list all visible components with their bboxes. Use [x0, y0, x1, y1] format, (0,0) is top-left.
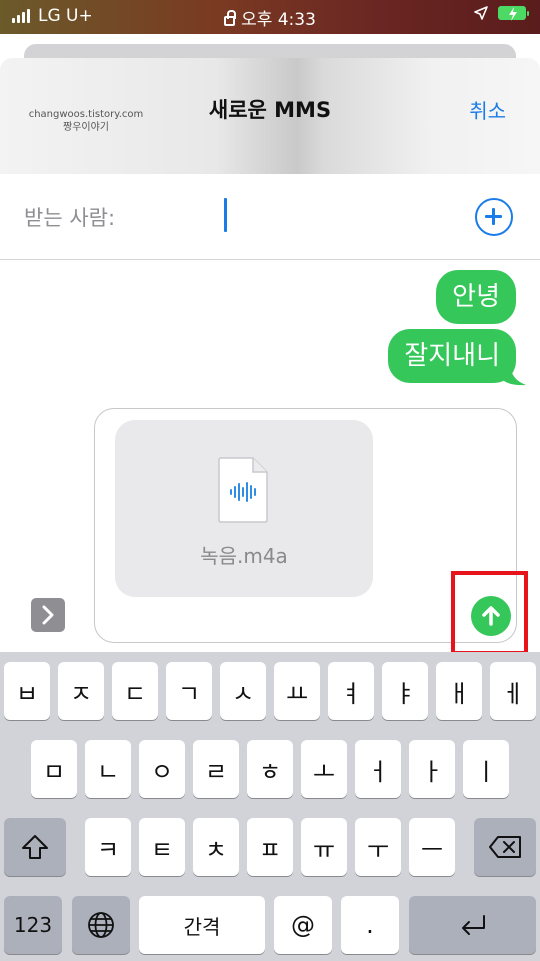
key[interactable]: ㅗ: [301, 740, 347, 798]
key[interactable]: ㅋ: [85, 818, 131, 876]
key[interactable]: ㅍ: [247, 818, 293, 876]
cancel-button[interactable]: 취소: [469, 95, 506, 124]
highlight-box: [451, 571, 528, 655]
recipient-row[interactable]: 받는 사람:: [0, 174, 540, 260]
audio-file-icon: [218, 457, 268, 523]
message-bubble: 잘지내니: [388, 329, 516, 383]
globe-icon: [88, 912, 114, 938]
compose-header: changwoos.tistory.com 짱우이야기 새로운 MMS 취소: [0, 58, 540, 174]
audio-attachment[interactable]: 녹음.m4a: [115, 420, 373, 597]
shift-key[interactable]: [4, 818, 66, 876]
return-icon: [461, 915, 485, 935]
lock-icon: [224, 10, 237, 26]
key[interactable]: ㅣ: [463, 740, 509, 798]
chevron-right-icon: [42, 605, 54, 625]
backspace-icon: [489, 836, 521, 858]
recipient-input[interactable]: [224, 198, 227, 232]
shift-icon: [22, 835, 48, 859]
key[interactable]: ㅔ: [490, 662, 536, 720]
key[interactable]: ㄱ: [166, 662, 212, 720]
delete-key[interactable]: [474, 818, 536, 876]
key[interactable]: ㅜ: [355, 818, 401, 876]
keyboard: ㅂ ㅈ ㄷ ㄱ ㅅ ㅛ ㅕ ㅑ ㅐ ㅔ ㅁ ㄴ ㅇ ㄹ ㅎ ㅗ ㅓ ㅏ ㅣ ㅋ …: [0, 652, 540, 961]
bubble-tail: [500, 366, 526, 386]
key[interactable]: ㅏ: [409, 740, 455, 798]
key[interactable]: ㅛ: [274, 662, 320, 720]
at-key[interactable]: @: [274, 896, 332, 954]
key[interactable]: ㅡ: [409, 818, 455, 876]
location-icon: [474, 6, 488, 20]
period-key[interactable]: .: [341, 896, 399, 954]
globe-key[interactable]: [72, 896, 130, 954]
page-title: 새로운 MMS: [208, 98, 332, 122]
add-recipient-icon[interactable]: [475, 198, 513, 236]
attachment-file-name: 녹음.m4a: [200, 544, 288, 568]
space-key[interactable]: 간격: [139, 896, 265, 954]
key[interactable]: ㅌ: [139, 818, 185, 876]
expand-apps-button[interactable]: [31, 598, 65, 632]
numbers-key[interactable]: 123: [4, 896, 62, 954]
key[interactable]: ㅇ: [139, 740, 185, 798]
key[interactable]: ㅊ: [193, 818, 239, 876]
clock: 오후 4:33: [241, 10, 316, 30]
message-bubble: 안녕: [436, 270, 516, 324]
battery-charging-icon: [498, 6, 529, 21]
key[interactable]: ㅅ: [220, 662, 266, 720]
return-key[interactable]: [409, 896, 536, 954]
key[interactable]: ㄷ: [112, 662, 158, 720]
key[interactable]: ㅠ: [301, 818, 347, 876]
key[interactable]: ㅑ: [382, 662, 428, 720]
key[interactable]: ㄴ: [85, 740, 131, 798]
recipient-label: 받는 사람:: [24, 206, 116, 230]
key[interactable]: ㅓ: [355, 740, 401, 798]
key[interactable]: ㅁ: [31, 740, 77, 798]
key[interactable]: ㅐ: [436, 662, 482, 720]
key[interactable]: ㅕ: [328, 662, 374, 720]
key[interactable]: ㅈ: [58, 662, 104, 720]
key[interactable]: ㅂ: [4, 662, 50, 720]
key[interactable]: ㅎ: [247, 740, 293, 798]
status-bar: LG U+ 오후 4:33: [0, 0, 540, 34]
key[interactable]: ㄹ: [193, 740, 239, 798]
